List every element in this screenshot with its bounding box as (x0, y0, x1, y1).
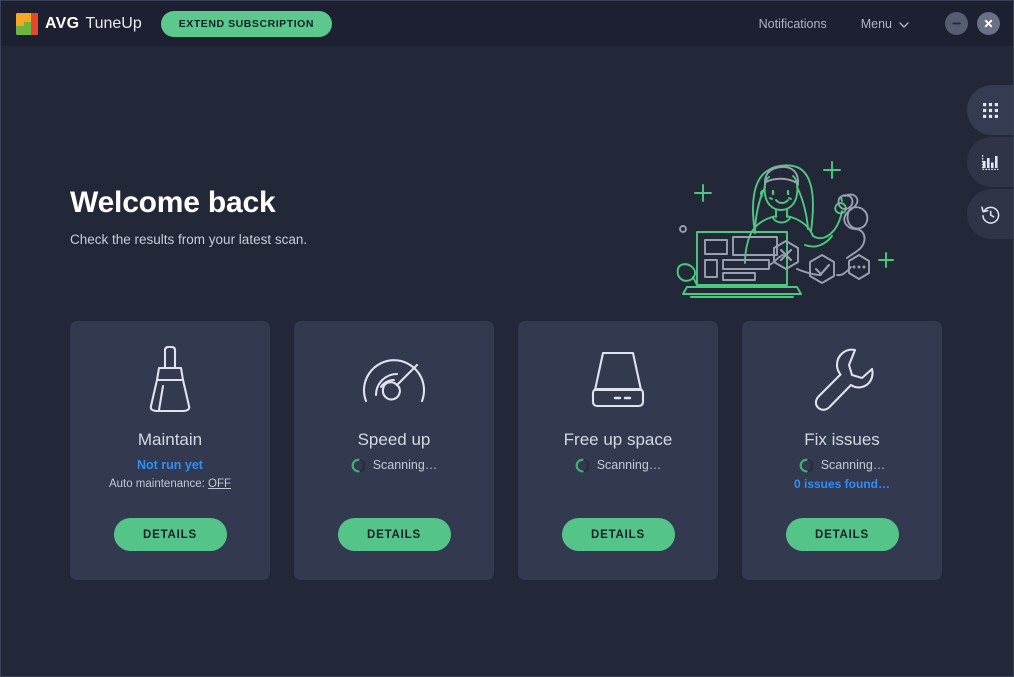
woman-at-laptop-illustration (669, 137, 909, 312)
avg-tuneup-window: AVG TuneUp EXTEND SUBSCRIPTION Notificat… (0, 0, 1014, 677)
card-status: Scanning… (575, 457, 662, 473)
all-tools-tab[interactable] (967, 85, 1013, 135)
card-issues-found: 0 issues found… (793, 477, 891, 491)
details-button-fix-issues[interactable]: DETAILS (785, 518, 899, 551)
scanning-spinner-icon (575, 458, 590, 472)
brand-name-avg: AVG (45, 14, 80, 32)
reports-tab[interactable] (967, 137, 1013, 187)
extend-subscription-button[interactable]: EXTEND SUBSCRIPTION (160, 10, 333, 37)
broom-icon (139, 346, 201, 412)
card-status: Scanning… (799, 457, 886, 473)
card-status-text: Scanning… (372, 458, 438, 472)
card-speed-up[interactable]: Speed up Scanning… DETAILS (294, 321, 494, 580)
notifications-link[interactable]: Notifications (759, 17, 827, 31)
card-title: Free up space (563, 430, 673, 449)
card-status-text: Not run yet (137, 458, 203, 472)
details-button-maintain[interactable]: DETAILS (113, 518, 227, 551)
close-button[interactable] (977, 12, 1000, 35)
title-bar: AVG TuneUp EXTEND SUBSCRIPTION Notificat… (1, 1, 1013, 46)
scanning-spinner-icon (351, 458, 366, 472)
card-status: Not run yet (137, 457, 203, 473)
page-subtitle: Check the results from your latest scan. (70, 232, 308, 247)
card-status-text: Scanning… (820, 458, 886, 472)
details-button-speed-up[interactable]: DETAILS (337, 518, 451, 551)
card-title: Speed up (357, 430, 431, 449)
scanning-spinner-icon (799, 458, 814, 472)
wrench-icon (810, 346, 874, 412)
card-status: Scanning… (351, 457, 438, 473)
right-tab-rail (967, 85, 1013, 239)
avg-logo-icon (16, 12, 38, 35)
card-fix-issues[interactable]: Fix issues Scanning… 0 issues found… DET… (742, 321, 942, 580)
speedometer-icon (359, 346, 429, 412)
card-sub-value[interactable]: OFF (208, 478, 231, 490)
history-icon (980, 205, 999, 224)
menu-button[interactable]: Menu (860, 16, 909, 31)
card-title: Maintain (137, 430, 203, 449)
bar-chart-icon (981, 154, 998, 170)
app-brand: AVG TuneUp (16, 10, 142, 38)
hero-section: Welcome back Check the results from your… (70, 186, 307, 247)
title-bar-right-controls: Notifications Menu (759, 12, 1000, 35)
hard-drive-icon (587, 346, 649, 412)
card-free-up-space[interactable]: Free up space Scanning… DETAILS (518, 321, 718, 580)
brand-name-tuneup: TuneUp (85, 14, 142, 32)
card-auto-maintenance: Auto maintenance: OFF (109, 478, 231, 490)
page-title: Welcome back (70, 186, 276, 219)
card-status-text: Scanning… (596, 458, 662, 472)
card-maintain[interactable]: Maintain Not run yet Auto maintenance: O… (70, 321, 270, 580)
feature-cards: Maintain Not run yet Auto maintenance: O… (70, 321, 942, 580)
close-icon (984, 19, 993, 28)
card-title: Fix issues (804, 430, 880, 449)
grid-icon (982, 102, 998, 118)
menu-label: Menu (860, 16, 892, 31)
details-button-free-up-space[interactable]: DETAILS (561, 518, 675, 551)
chevron-down-icon (899, 19, 909, 28)
minimize-button[interactable] (945, 12, 968, 35)
history-tab[interactable] (967, 189, 1013, 239)
card-sub-prefix: Auto maintenance: (108, 478, 209, 490)
minimize-icon (952, 22, 961, 25)
